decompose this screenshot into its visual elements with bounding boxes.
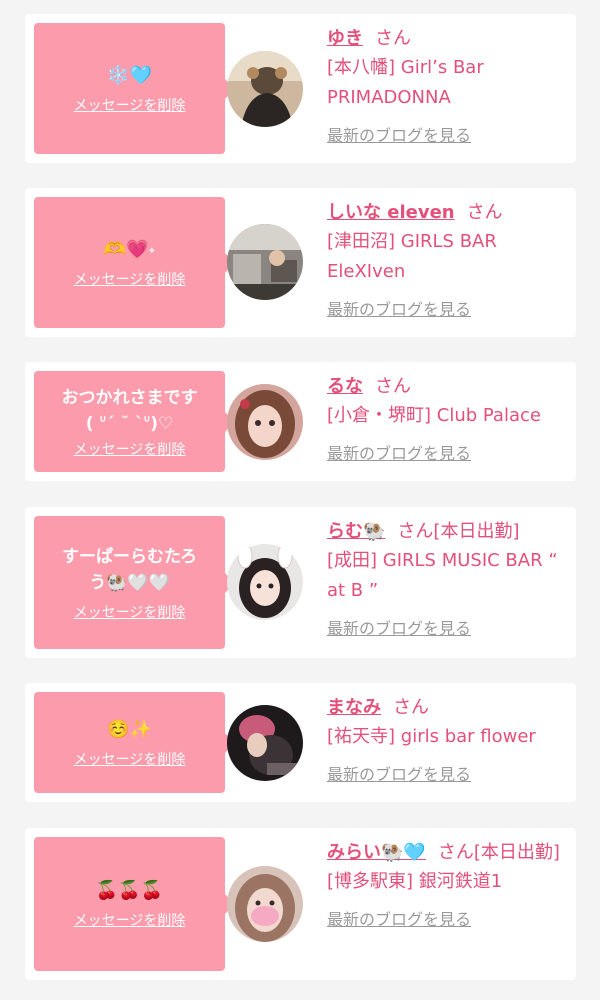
- avatar[interactable]: [227, 384, 303, 460]
- honorific: さん: [466, 202, 503, 223]
- card-info: しいな eleven さん [津田沼] GIRLS BAR EleXIven 最新…: [327, 199, 566, 325]
- card-info: るな さん [小倉・堺町] Club Palace 最新のブログを見る: [327, 373, 566, 469]
- latest-blog-link[interactable]: 最新のブログを見る: [327, 439, 471, 469]
- card-info: ゆき さん [本八幡] Girl’s Bar PRIMADONNA 最新のブログを…: [327, 25, 566, 151]
- user-name-link[interactable]: しいな eleven: [327, 202, 455, 223]
- delete-message-link[interactable]: メッセージを削除: [74, 602, 186, 622]
- status-badge: [本日出勤]: [433, 521, 520, 542]
- message-card: ☺️✨ メッセージを削除 まなみ さん [祐天寺] girls bar flowe…: [25, 683, 576, 802]
- user-name-link[interactable]: みらい🐏🩵: [327, 842, 426, 863]
- message-text: 🍒🍒🍒: [95, 880, 164, 901]
- card-info: らむ🐏 さん[本日出勤] [成田] GIRLS MUSIC BAR “ at B …: [327, 518, 566, 644]
- user-name-link[interactable]: ゆき: [327, 28, 363, 49]
- status-badge: [本日出勤]: [473, 842, 560, 863]
- message-bubble: ☺️✨ メッセージを削除: [34, 692, 234, 793]
- message-text: おつかれさまです ( ᐡ´ ˘ `ᐡ)♡: [61, 387, 198, 434]
- shop-name: [津田沼] GIRLS BAR EleXIven: [327, 231, 497, 282]
- message-card: 🫶💗˖ メッセージを削除 しいな eleven さん [津田沼] GIRLS BA…: [25, 188, 576, 337]
- delete-message-link[interactable]: メッセージを削除: [74, 269, 186, 289]
- delete-message-link[interactable]: メッセージを削除: [74, 439, 186, 459]
- delete-message-link[interactable]: メッセージを削除: [74, 910, 186, 930]
- message-card: 🍒🍒🍒 メッセージを削除 みらい🐏🩵 さん[本日出勤] [博多駅東] 銀河鉄道1 …: [25, 828, 576, 980]
- avatar-photo: [227, 384, 303, 460]
- avatar-photo: [227, 866, 303, 942]
- message-text: 🫶💗˖: [103, 238, 156, 260]
- latest-blog-link[interactable]: 最新のブログを見る: [327, 760, 471, 790]
- shop-name: [博多駅東] 銀河鉄道1: [327, 871, 503, 892]
- message-text: ☺️✨: [107, 718, 152, 740]
- delete-message-link[interactable]: メッセージを削除: [74, 95, 186, 115]
- message-bubble: 🍒🍒🍒 メッセージを削除: [34, 837, 234, 971]
- latest-blog-link[interactable]: 最新のブログを見る: [327, 121, 471, 151]
- honorific: さん: [393, 697, 429, 718]
- card-info: みらい🐏🩵 さん[本日出勤] [博多駅東] 銀河鉄道1 最新のブログを見る: [327, 839, 566, 935]
- avatar[interactable]: [227, 705, 303, 781]
- avatar-photo: [227, 224, 303, 300]
- message-bubble: すーぱーらむたろ う🐏🤍🤍 メッセージを削除: [34, 516, 234, 649]
- message-bubble: おつかれさまです ( ᐡ´ ˘ `ᐡ)♡ メッセージを削除: [34, 371, 234, 472]
- card-info: まなみ さん [祐天寺] girls bar flower 最新のブログを見る: [327, 694, 566, 790]
- message-text: すーぱーらむたろ う🐏🤍🤍: [62, 546, 197, 593]
- avatar[interactable]: [227, 544, 303, 620]
- message-card: すーぱーらむたろ う🐏🤍🤍 メッセージを削除 らむ🐏 さん[本日出勤] [成田] …: [25, 507, 576, 658]
- avatar[interactable]: [227, 866, 303, 942]
- honorific: さん: [437, 842, 474, 863]
- avatar-photo: [227, 705, 303, 781]
- avatar[interactable]: [227, 51, 303, 127]
- shop-name: [成田] GIRLS MUSIC BAR “ at B ”: [327, 550, 558, 601]
- message-list: ❄️🩵 メッセージを削除 ゆき さん [本八幡] Girl’s Bar PRIMA…: [0, 0, 600, 1000]
- message-card: ❄️🩵 メッセージを削除 ゆき さん [本八幡] Girl’s Bar PRIMA…: [25, 14, 576, 163]
- avatar-photo: [227, 51, 303, 127]
- message-bubble: 🫶💗˖ メッセージを削除: [34, 197, 234, 328]
- message-bubble: ❄️🩵 メッセージを削除: [34, 23, 234, 154]
- avatar-photo: [227, 544, 303, 620]
- shop-name: [祐天寺] girls bar flower: [327, 726, 536, 747]
- shop-name: [本八幡] Girl’s Bar PRIMADONNA: [327, 57, 484, 108]
- user-name-link[interactable]: るな: [327, 376, 363, 397]
- latest-blog-link[interactable]: 最新のブログを見る: [327, 905, 471, 935]
- message-card: おつかれさまです ( ᐡ´ ˘ `ᐡ)♡ メッセージを削除 るな さん [小倉・堺…: [25, 362, 576, 481]
- user-name-link[interactable]: らむ🐏: [327, 521, 385, 542]
- honorific: さん: [375, 28, 411, 49]
- message-text: ❄️🩵: [107, 64, 152, 86]
- user-name-link[interactable]: まなみ: [327, 697, 381, 718]
- latest-blog-link[interactable]: 最新のブログを見る: [327, 295, 471, 325]
- delete-message-link[interactable]: メッセージを削除: [74, 749, 186, 769]
- honorific: さん: [375, 376, 411, 397]
- latest-blog-link[interactable]: 最新のブログを見る: [327, 614, 471, 644]
- avatar[interactable]: [227, 224, 303, 300]
- shop-name: [小倉・堺町] Club Palace: [327, 405, 541, 426]
- honorific: さん: [397, 521, 434, 542]
